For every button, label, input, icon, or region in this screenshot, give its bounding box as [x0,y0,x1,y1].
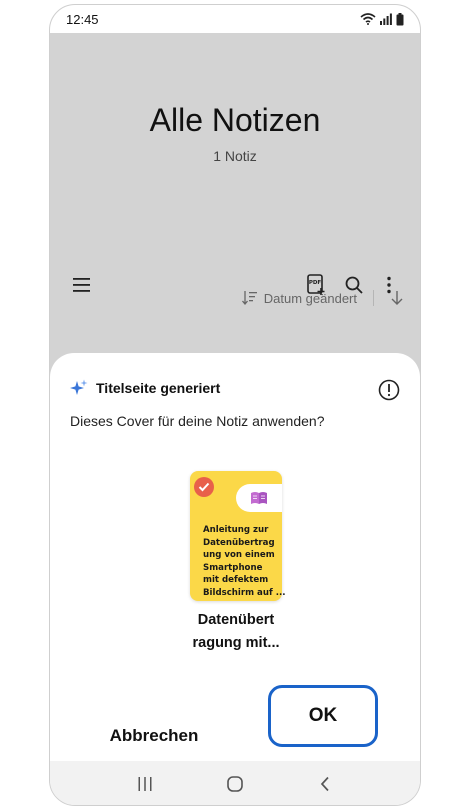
wifi-icon [360,13,376,25]
home-icon [227,776,243,792]
cover-preview[interactable]: Anleitung zur Datenübertrag ung von eine… [190,471,286,601]
back-button[interactable] [305,769,345,799]
sort-label: Datum geändert [263,290,357,306]
signal-icon [380,13,392,25]
sort-direction-button[interactable] [390,290,404,306]
dialog-header: Titelseite generiert [70,379,220,397]
cover-text-line: ung von einem [203,550,275,560]
cover-caption-line: ragung mit... [192,635,280,651]
info-icon [378,379,400,401]
cover-text: Anleitung zur Datenübertrag ung von eine… [203,524,286,599]
book-icon [251,492,267,504]
navigation-bar [50,761,420,805]
home-button[interactable] [215,769,255,799]
cover-tab [236,484,282,512]
status-time: 12:45 [66,11,99,27]
status-icons [360,12,404,26]
phone-frame: 12:45 Alle Notizen 1 Notiz PDF Datum geä… [49,4,421,806]
sort-control[interactable]: Datum geändert [241,290,357,306]
ok-button[interactable]: OK [268,685,378,747]
back-icon [320,776,329,792]
arrow-down-icon [391,291,403,305]
cancel-button[interactable]: Abbrechen [90,719,218,753]
recent-apps-button[interactable] [125,769,165,799]
cover-dialog: Titelseite generiert Dieses Cover für de… [50,353,420,805]
status-bar: 12:45 [50,5,420,33]
ai-sparkle-icon [70,379,88,395]
menu-button[interactable] [68,271,96,299]
cover-text-line: Bildschirm auf ... [203,587,286,598]
menu-icon [73,278,90,292]
cover-text-line: mit defektem [203,575,269,585]
svg-text:PDF: PDF [309,280,322,286]
cover-caption: Datenübert ragung mit... [160,609,312,655]
battery-icon [396,12,404,25]
sort-divider [373,290,374,306]
info-button[interactable] [378,379,400,401]
sort-row: Datum geändert [241,290,404,306]
dialog-question: Dieses Cover für deine Notiz anwenden? [70,413,325,429]
dialog-title: Titelseite generiert [96,380,221,396]
selected-check-icon [194,477,214,497]
cover-text-line: Smartphone [203,562,263,573]
note-count: 1 Notiz [213,148,257,164]
page-title: Alle Notizen [149,102,321,138]
sort-icon [241,291,257,305]
recent-apps-icon [138,777,152,791]
cover-caption-line: Datenübert [197,612,275,628]
cover-text-line: Anleitung zur [203,525,269,535]
cover-text-line: Datenübertrag [203,537,275,548]
